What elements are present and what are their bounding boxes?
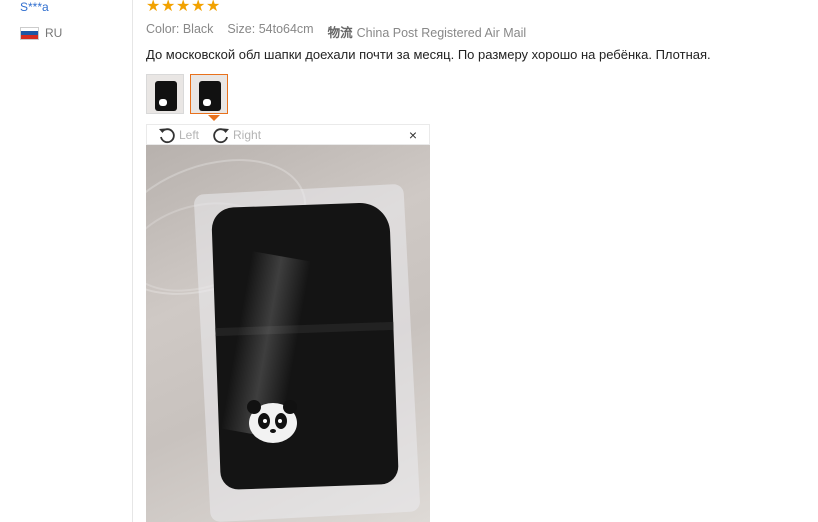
country-code: RU [45,26,63,40]
reviewer-country: RU [20,26,62,40]
star-icon: ★ [191,0,206,15]
star-rating: ★ ★ ★ ★ ★ [146,0,221,15]
star-icon: ★ [206,0,221,15]
size-info: Size: 54to64cm [227,22,314,36]
photo-thumbnails [146,74,228,114]
image-viewer-toolbar: Left Right × [146,124,430,145]
star-icon: ★ [146,0,161,15]
active-thumb-indicator [208,115,220,121]
photo-thumb-1[interactable] [146,74,184,114]
star-icon: ★ [176,0,191,15]
shipping-info: 物流 China Post Registered Air Mail [327,26,527,40]
rotate-right-button[interactable]: Right [211,126,261,144]
reviewer-name[interactable]: S***a [20,0,49,14]
color-info: Color: Black [146,22,214,36]
close-viewer-button[interactable]: × [409,128,417,142]
rotate-left-button[interactable]: Left [157,126,199,144]
review-photo-large [146,145,430,522]
panda-patch-icon [247,400,297,443]
rotate-right-icon [213,127,230,143]
review-text: До московской обл шапки доехали почти за… [146,47,711,62]
photo-thumb-2[interactable] [190,74,228,114]
russia-flag-icon [20,26,39,40]
thumb-hat-image [155,81,177,111]
column-divider [132,0,133,522]
thumb-panda-image [159,99,167,106]
thumb-hat-image [199,81,221,111]
rotate-left-icon [159,127,175,143]
thumb-panda-image [203,99,211,106]
star-icon: ★ [161,0,176,15]
order-info: Color: Black Size: 54to64cm 物流 China Post… [146,22,526,41]
